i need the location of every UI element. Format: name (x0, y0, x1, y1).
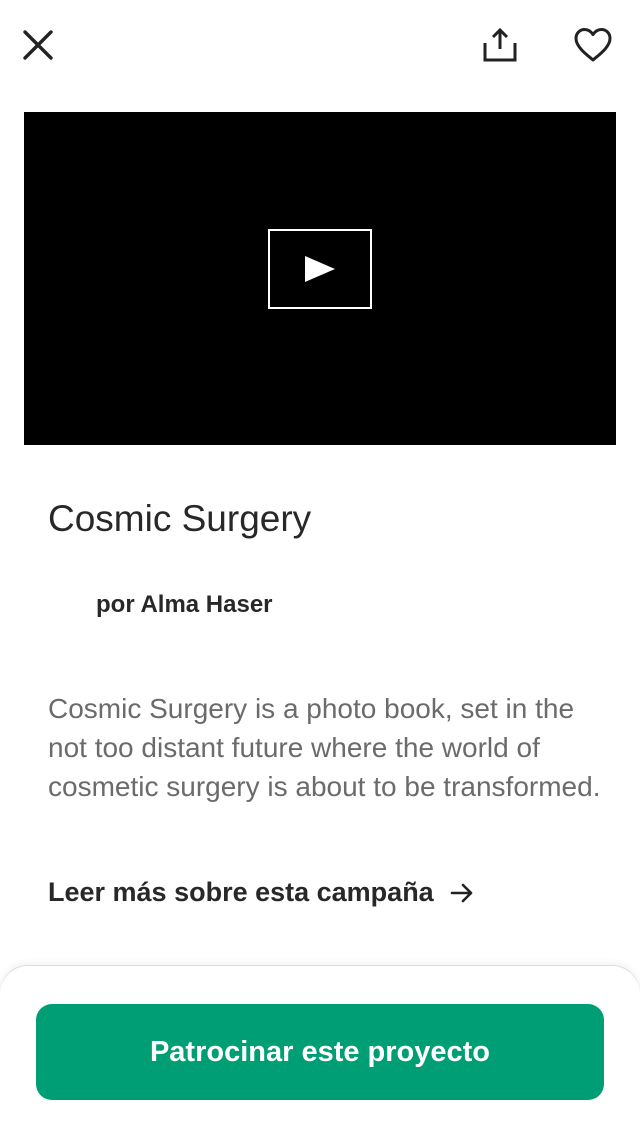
project-blurb: Cosmic Surgery is a photo book, set in t… (48, 693, 601, 802)
read-more-label: Leer más sobre esta campaña (48, 877, 434, 907)
project-title: Cosmic Surgery (48, 498, 312, 539)
project-detail-screen: Cosmic Surgery por Alma Haser Cosmic Sur… (0, 0, 640, 1136)
back-project-button[interactable]: Patrocinar este proyecto (36, 1004, 604, 1100)
video-player[interactable] (24, 112, 616, 445)
bottom-action-panel: Patrocinar este proyecto (0, 966, 640, 1136)
project-creator[interactable]: por Alma Haser (96, 591, 273, 619)
play-button[interactable] (268, 229, 372, 309)
favorite-button[interactable] (568, 21, 618, 69)
share-button[interactable] (476, 21, 524, 69)
play-icon (305, 256, 335, 282)
top-bar (0, 0, 640, 92)
share-icon (483, 27, 517, 62)
arrow-right-icon (450, 883, 473, 902)
back-project-label: Patrocinar este proyecto (149, 1035, 491, 1068)
close-button[interactable] (14, 21, 62, 69)
close-icon (23, 30, 53, 60)
heart-icon (574, 28, 612, 62)
read-more-link[interactable]: Leer más sobre esta campaña (48, 877, 474, 908)
